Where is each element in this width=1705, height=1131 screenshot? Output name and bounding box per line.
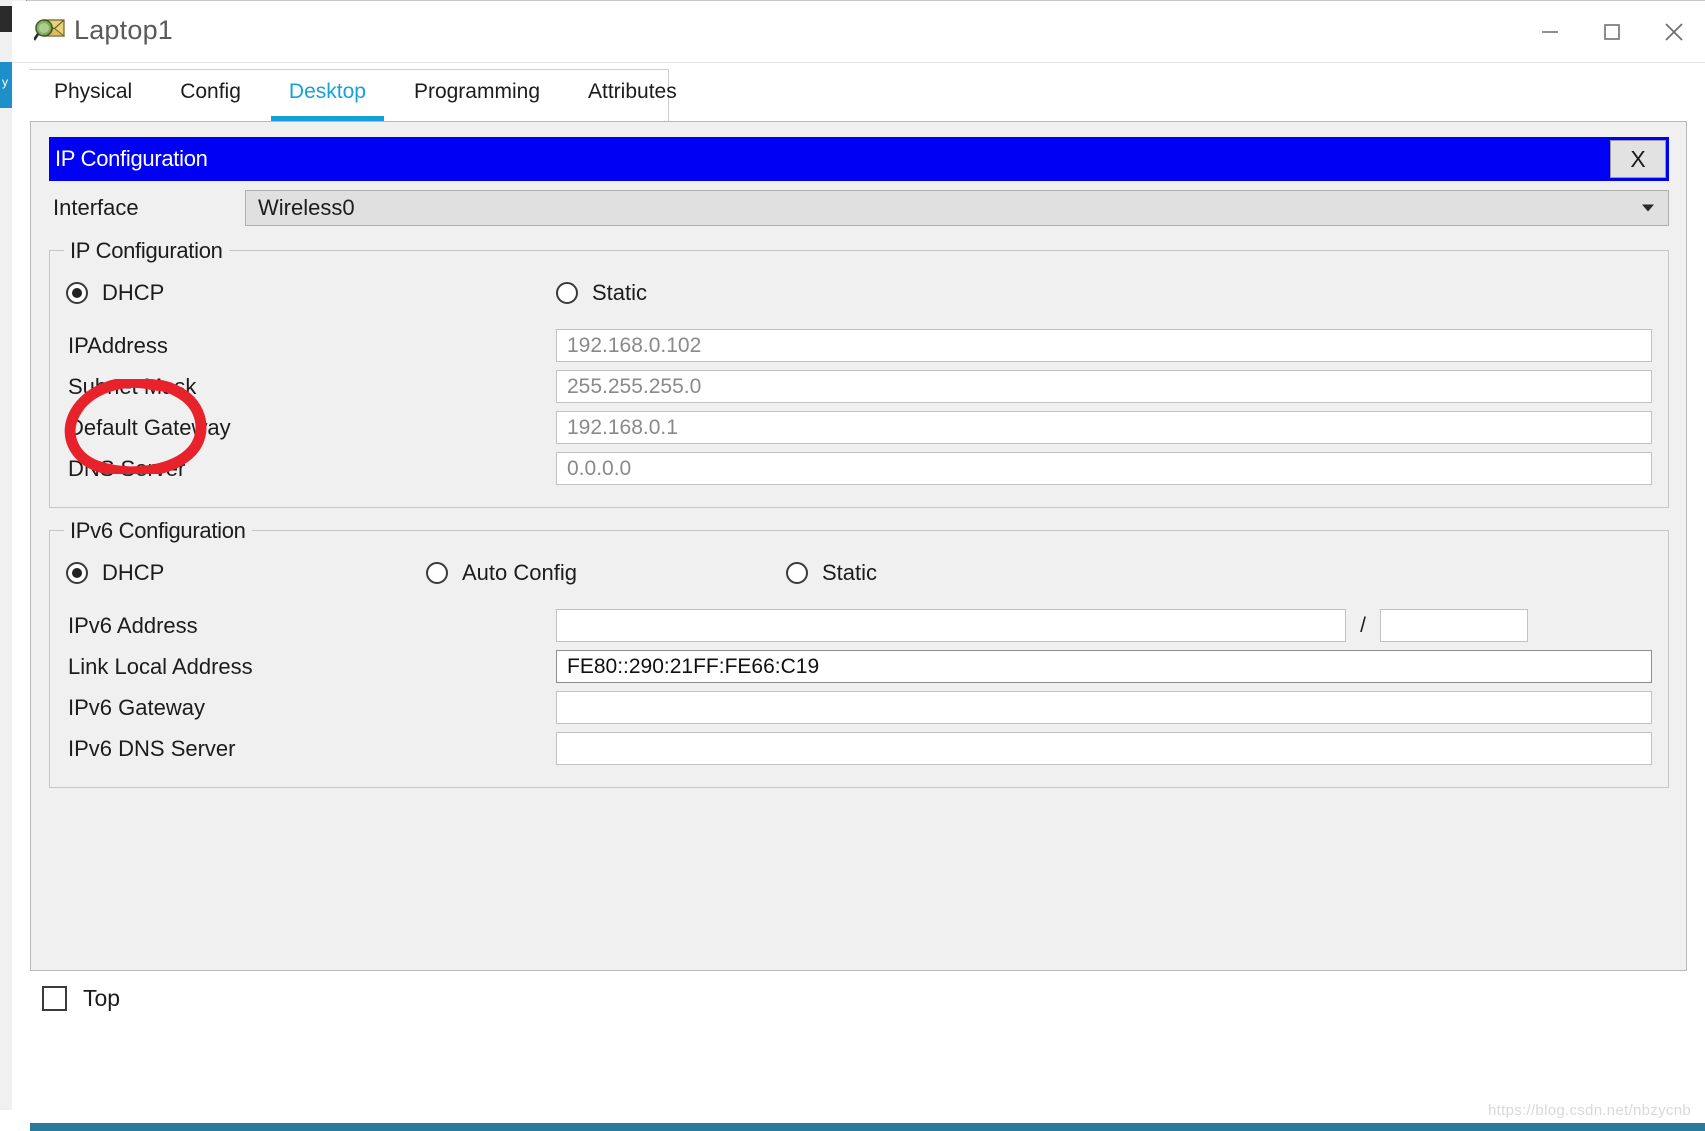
minimize-icon[interactable]: [1519, 1, 1581, 63]
ipv6-prefix-separator: /: [1360, 613, 1366, 637]
tab-physical[interactable]: Physical: [30, 63, 156, 121]
ipv4-static-radio[interactable]: [556, 282, 578, 304]
ipv6-auto-config-label: Auto Config: [462, 560, 577, 585]
ipv6-address-row: IPv6 Address /: [66, 605, 1652, 646]
dns-server-row: DNS Server 0.0.0.0: [66, 448, 1652, 489]
ipv6-static-radio[interactable]: [786, 562, 808, 584]
link-local-address-row: Link Local Address FE80::290:21FF:FE66:C…: [66, 646, 1652, 687]
chevron-down-icon: [1642, 204, 1654, 212]
screen: y Laptop1 Physical Config Desktop Progra…: [0, 0, 1705, 1131]
tab-physical-label: Physical: [54, 80, 133, 103]
ipv6-dns-server-label: IPv6 DNS Server: [68, 735, 236, 761]
ipv6-prefix-length-input[interactable]: [1380, 609, 1528, 642]
tab-desktop-label: Desktop: [288, 80, 366, 103]
dialog-close-button[interactable]: X: [1610, 140, 1666, 178]
tab-programming[interactable]: Programming: [390, 63, 564, 121]
tab-desktop[interactable]: Desktop: [265, 63, 390, 121]
close-icon[interactable]: [1643, 1, 1705, 63]
desktop-panel: IP Configuration X Interface Wireless0 I…: [30, 121, 1687, 971]
interface-select[interactable]: Wireless0: [245, 190, 1669, 226]
interface-selected-value: Wireless0: [258, 195, 355, 220]
tab-attributes[interactable]: Attributes: [564, 63, 701, 121]
ipv6-static-option[interactable]: Static: [786, 560, 877, 586]
ipv6-dns-server-row: IPv6 DNS Server: [66, 728, 1652, 769]
ipv4-dhcp-label: DHCP: [102, 280, 165, 305]
background-blue-tab-label: y: [2, 75, 8, 89]
ip-address-input[interactable]: 192.168.0.102: [556, 329, 1652, 362]
ip-address-label: IPAddress: [68, 332, 168, 358]
window-title: Laptop1: [74, 15, 173, 45]
subnet-mask-label: Subnet Mask: [68, 373, 197, 399]
ipv6-dhcp-label: DHCP: [102, 560, 165, 585]
tab-strip: Physical Config Desktop Programming Attr…: [12, 63, 1705, 121]
ipv6-auto-config-radio[interactable]: [426, 562, 448, 584]
ipv6-dhcp-radio[interactable]: [66, 562, 88, 584]
ipv6-configuration-group: IPv6 Configuration DHCP Auto Config Stat…: [49, 518, 1669, 788]
dns-server-input[interactable]: 0.0.0.0: [556, 452, 1652, 485]
ipv6-static-label: Static: [822, 560, 878, 585]
ipv6-gateway-row: IPv6 Gateway: [66, 687, 1652, 728]
ipv6-address-label: IPv6 Address: [68, 612, 198, 638]
tab-config-label: Config: [180, 80, 241, 103]
ipv4-group-legend: IP Configuration: [64, 238, 229, 264]
default-gateway-label: Default Gateway: [68, 414, 231, 440]
dialog-title: IP Configuration: [55, 146, 208, 171]
window-controls: [1519, 1, 1705, 63]
tab-programming-label: Programming: [413, 80, 540, 103]
ipv6-mode-row: DHCP Auto Config Static: [66, 553, 1652, 593]
ipv6-dns-server-input[interactable]: [556, 732, 1652, 765]
subnet-mask-row: Subnet Mask 255.255.255.0: [66, 366, 1652, 407]
link-local-address-label: Link Local Address: [68, 653, 253, 679]
maximize-icon[interactable]: [1581, 1, 1643, 63]
interface-row: Interface Wireless0: [49, 188, 1669, 228]
dns-server-label: DNS Server: [68, 455, 186, 481]
top-checkbox-row[interactable]: Top: [42, 985, 120, 1012]
ip-configuration-dialog: IP Configuration X Interface Wireless0 I…: [49, 137, 1669, 788]
ipv6-gateway-input[interactable]: [556, 691, 1652, 724]
ipv4-dhcp-option[interactable]: DHCP: [66, 280, 556, 306]
packet-tracer-magnifier-icon: [32, 16, 66, 48]
ip-address-row: IPAddress 192.168.0.102: [66, 325, 1652, 366]
tab-attributes-label: Attributes: [588, 80, 677, 103]
subnet-mask-input[interactable]: 255.255.255.0: [556, 370, 1652, 403]
top-checkbox[interactable]: [42, 986, 67, 1011]
top-checkbox-label: Top: [83, 985, 121, 1011]
ipv6-address-input[interactable]: [556, 609, 1346, 642]
ipv4-dhcp-radio[interactable]: [66, 282, 88, 304]
default-gateway-row: Default Gateway 192.168.0.1: [66, 407, 1652, 448]
ipv6-group-legend: IPv6 Configuration: [64, 518, 252, 544]
window-titlebar: Laptop1: [12, 1, 1705, 63]
ipv4-configuration-group: IP Configuration DHCP Static IPAddress 1…: [49, 238, 1669, 508]
ipv6-dhcp-option[interactable]: DHCP: [66, 560, 426, 586]
laptop1-window: Laptop1 Physical Config Desktop Programm…: [12, 1, 1705, 1123]
ipv4-mode-row: DHCP Static: [66, 273, 1652, 313]
background-bottom-bar: [0, 1123, 1705, 1131]
ipv4-static-option[interactable]: Static: [556, 280, 647, 306]
default-gateway-input[interactable]: 192.168.0.1: [556, 411, 1652, 444]
link-local-address-input[interactable]: FE80::290:21FF:FE66:C19: [556, 650, 1652, 683]
ipv6-auto-config-option[interactable]: Auto Config: [426, 560, 786, 586]
ipv4-static-label: Static: [592, 280, 648, 305]
tab-config[interactable]: Config: [156, 63, 265, 121]
watermark: https://blog.csdn.net/nbzycnb: [1488, 1102, 1691, 1119]
interface-label: Interface: [53, 195, 139, 220]
ipv6-gateway-label: IPv6 Gateway: [68, 694, 205, 720]
dialog-header: IP Configuration X: [49, 137, 1669, 181]
